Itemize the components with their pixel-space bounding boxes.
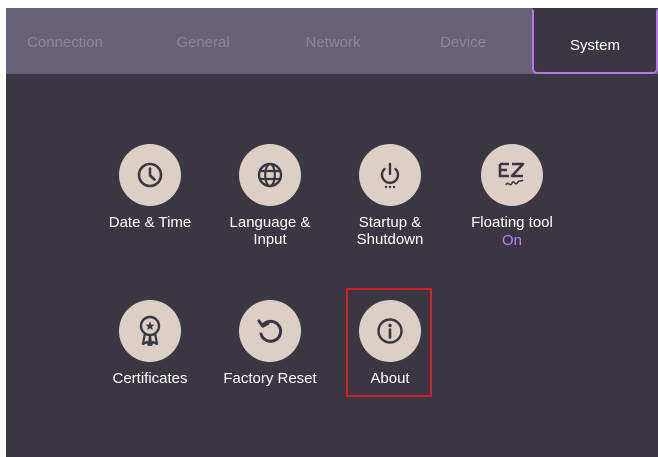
certificates-setting[interactable]: Certificates — [90, 300, 210, 387]
floating-tool-status: On — [501, 232, 522, 249]
power-icon — [359, 144, 421, 206]
factory-reset-label: Factory Reset — [223, 370, 317, 387]
tab-general[interactable]: General — [138, 8, 268, 74]
floating-tool-label: Floating tool — [471, 214, 553, 231]
date-time-setting[interactable]: Date & Time — [90, 144, 210, 231]
certificates-label: Certificates — [112, 370, 188, 387]
globe-icon — [239, 144, 301, 206]
tab-device[interactable]: Device — [398, 8, 528, 74]
floating-tool-setting[interactable]: Floating tool On — [452, 144, 572, 249]
reset-arrow-icon — [239, 300, 301, 362]
factory-reset-setting[interactable]: Factory Reset — [210, 300, 330, 387]
language-input-setting[interactable]: Language & Input — [210, 144, 330, 248]
about-highlight-box — [346, 288, 432, 397]
date-time-label: Date & Time — [108, 214, 192, 231]
language-input-label: Language & Input — [229, 214, 311, 248]
startup-shutdown-setting[interactable]: Startup & Shutdown — [330, 144, 450, 248]
tab-network[interactable]: Network — [268, 8, 398, 74]
award-ribbon-icon — [119, 300, 181, 362]
tab-system[interactable]: System — [532, 8, 658, 74]
startup-shutdown-label: Startup & Shutdown — [356, 214, 424, 248]
top-margin — [0, 0, 658, 8]
clock-icon — [119, 144, 181, 206]
tab-connection[interactable]: Connection — [6, 8, 124, 74]
ez-writer-icon — [481, 144, 543, 206]
tab-bar: Connection General Network Device System — [6, 8, 658, 74]
